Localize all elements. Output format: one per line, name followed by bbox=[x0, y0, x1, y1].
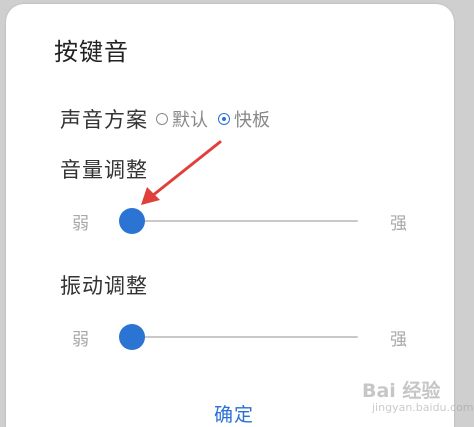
vibration-slider[interactable] bbox=[118, 324, 358, 350]
key-sound-dialog: 按键音 声音方案 默认 快板 音量调整 弱 强 振动调整 弱 强 确定 bbox=[6, 4, 454, 427]
sound-scheme-label: 声音方案 bbox=[60, 108, 148, 132]
sound-scheme-row: 声音方案 默认 快板 bbox=[60, 104, 280, 134]
watermark: Bai 经验 jingyan.baidu.com bbox=[362, 376, 474, 420]
radio-checked-icon bbox=[218, 113, 230, 125]
watermark-brand: Bai 经验 bbox=[362, 380, 441, 402]
radio-unchecked-icon bbox=[156, 113, 168, 125]
radio-option-kuaiban[interactable]: 快板 bbox=[218, 106, 270, 132]
sound-scheme-radio-group: 默认 快板 bbox=[156, 106, 280, 132]
vibration-slider-thumb[interactable] bbox=[118, 324, 145, 350]
volume-heading: 音量调整 bbox=[60, 158, 148, 182]
confirm-button[interactable]: 确定 bbox=[194, 400, 274, 427]
vibration-slider-row: 弱 强 bbox=[72, 322, 417, 352]
vibration-max-label: 强 bbox=[390, 330, 407, 350]
volume-max-label: 强 bbox=[390, 214, 407, 234]
radio-label-kuaiban: 快板 bbox=[234, 110, 270, 131]
radio-option-default[interactable]: 默认 bbox=[156, 106, 208, 132]
watermark-site: jingyan.baidu.com bbox=[372, 401, 474, 414]
volume-slider-thumb[interactable] bbox=[118, 208, 145, 234]
vibration-heading: 振动调整 bbox=[60, 274, 148, 298]
vibration-min-label: 弱 bbox=[72, 330, 89, 350]
volume-min-label: 弱 bbox=[72, 214, 89, 234]
radio-label-default: 默认 bbox=[172, 110, 208, 131]
volume-slider[interactable] bbox=[118, 208, 358, 234]
dialog-title: 按键音 bbox=[54, 38, 129, 66]
screen: 按键音 声音方案 默认 快板 音量调整 弱 强 振动调整 弱 强 确定 Bai … bbox=[0, 0, 474, 427]
volume-slider-row: 弱 强 bbox=[72, 206, 417, 236]
